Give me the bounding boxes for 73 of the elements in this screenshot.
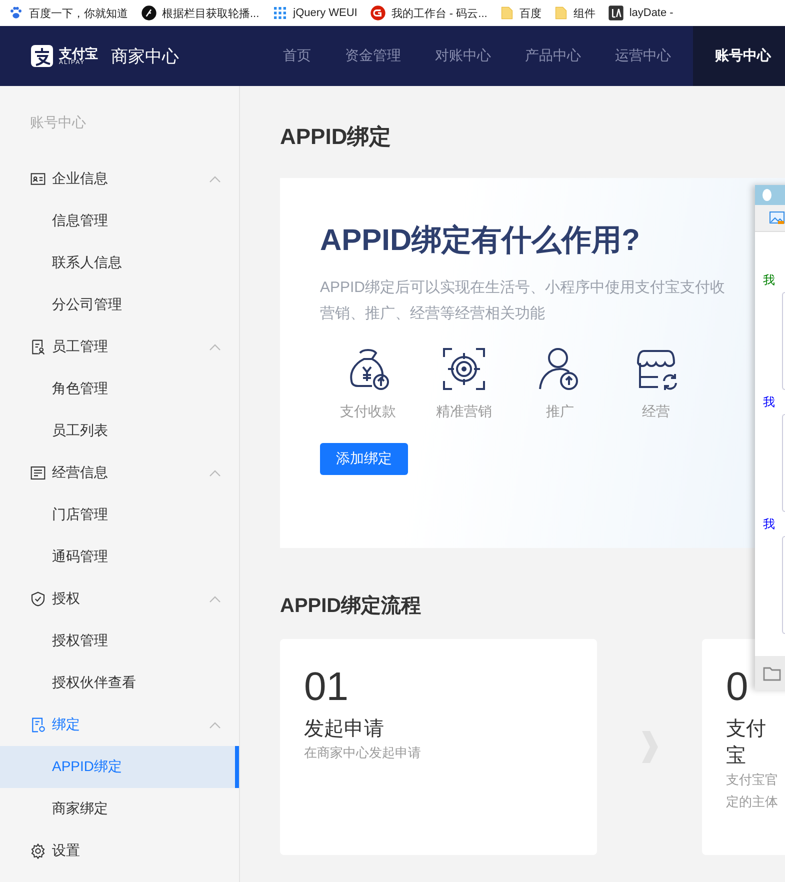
feature-label: 精准营销: [436, 403, 492, 421]
chevron-up-icon: [209, 469, 221, 477]
step-title: 发起申请: [304, 717, 385, 742]
paw-icon: [8, 5, 24, 21]
g-logo-icon: [370, 5, 386, 21]
page-title: APPID绑定: [280, 123, 392, 151]
feature-label: 经营: [642, 403, 670, 421]
sidebar-item[interactable]: 门店管理: [0, 494, 239, 536]
bookmark-link[interactable]: layDate -: [629, 7, 674, 19]
folder-icon: [763, 665, 781, 681]
sidebar-item[interactable]: 授权管理: [0, 620, 239, 662]
sidebar-item[interactable]: 角色管理: [0, 368, 239, 410]
bookmark-link[interactable]: 我的工作台 - 码云...: [391, 6, 488, 20]
nav-tab[interactable]: 产品中心: [513, 26, 593, 86]
step-number: 0: [726, 664, 748, 711]
document-link-icon: [30, 717, 46, 733]
chat-label: 我: [762, 516, 776, 533]
image-icon: [769, 211, 785, 225]
bookmark-link[interactable]: 百度一下，你就知道: [29, 6, 128, 20]
sidebar-item[interactable]: 通码管理: [0, 536, 239, 578]
add-binding-button[interactable]: 添加绑定: [320, 443, 408, 475]
chevron-up-icon: [209, 595, 221, 603]
nav-tab[interactable]: 账号中心: [693, 26, 785, 86]
shield-icon: [30, 591, 46, 607]
nav-tab[interactable]: 首页: [271, 26, 323, 86]
sidebar-heading: 账号中心: [29, 114, 87, 132]
chevron-up-icon: [209, 721, 221, 729]
nav-tab[interactable]: 资金管理: [333, 26, 413, 86]
intro-description: APPID绑定后可以实现在生活号、小程序中使用支付宝支付收 营销、推广、经营等经营相关功能: [320, 278, 726, 324]
nav-tab[interactable]: 运营中心: [603, 26, 683, 86]
staff-doc-icon: [30, 339, 46, 355]
brand-name: 支付宝: [59, 46, 98, 60]
step-number: 01: [304, 664, 348, 711]
nav-tab[interactable]: 对账中心: [423, 26, 503, 86]
app-title: 商家中心: [111, 46, 179, 68]
chevron-up-icon: [209, 175, 221, 183]
bookmark-link[interactable]: 根据栏目获取轮播...: [162, 6, 260, 20]
sidebar-group[interactable]: 绑定: [0, 704, 239, 746]
section-title: APPID绑定流程: [280, 594, 422, 619]
feature-label: 推广: [546, 403, 574, 421]
chat-label: 我: [762, 394, 776, 411]
sidebar-group[interactable]: 员工管理: [0, 326, 239, 368]
sidebar-group[interactable]: 授权: [0, 578, 239, 620]
bookmark-link[interactable]: 百度: [519, 6, 542, 20]
sidebar-item[interactable]: 信息管理: [0, 200, 239, 242]
grid-icon: [272, 5, 288, 21]
settings-icon: [30, 843, 46, 859]
step-description: 在商家中心发起申请: [304, 744, 422, 762]
feature-label: 支付收款: [340, 403, 396, 421]
bookmark-link[interactable]: 组件: [573, 6, 596, 20]
step-title: 支付宝: [726, 717, 767, 769]
penguin-icon: [761, 188, 773, 202]
folder-icon: [500, 5, 514, 21]
sidebar-group[interactable]: 经营信息: [0, 452, 239, 494]
bookmark-link[interactable]: jQuery WEUI: [293, 7, 358, 19]
id-card-icon: [30, 171, 46, 187]
folder-icon: [554, 5, 568, 21]
laydate-icon: [608, 5, 624, 21]
target-icon: [440, 345, 488, 393]
sidebar-item[interactable]: 分公司管理: [0, 284, 239, 326]
feather-icon: [141, 5, 157, 21]
alipay-logo-icon: [30, 44, 54, 68]
intro-heading: APPID绑定有什么作用?: [320, 223, 642, 259]
chat-label: 我: [762, 272, 776, 289]
sidebar-item[interactable]: 联系人信息: [0, 242, 239, 284]
sidebar-group[interactable]: 企业信息: [0, 158, 239, 200]
sidebar-item[interactable]: 员工列表: [0, 410, 239, 452]
document-icon: [30, 465, 46, 481]
sidebar-item[interactable]: 商家绑定: [0, 788, 239, 830]
chevron-up-icon: [209, 343, 221, 351]
sidebar-item[interactable]: 授权伙伴查看: [0, 662, 239, 704]
sidebar-group[interactable]: 设置: [0, 830, 239, 872]
step-description: 支付宝官 定的主体: [726, 771, 778, 811]
